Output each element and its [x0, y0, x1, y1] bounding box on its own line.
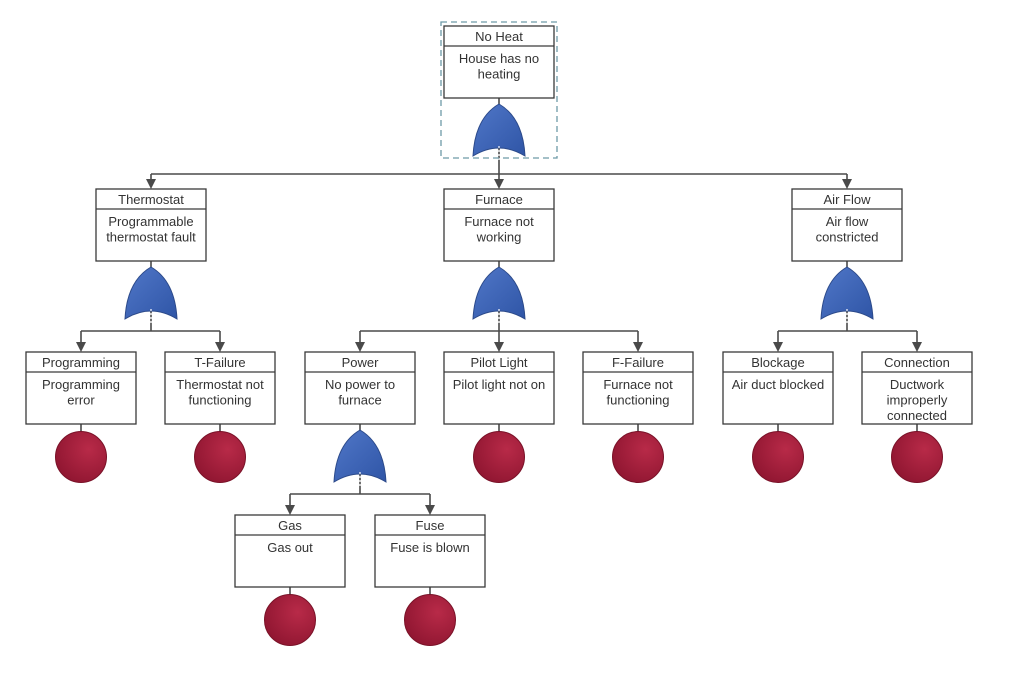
- basic-event-icon: [264, 594, 316, 646]
- arrow-down-icon: [633, 342, 643, 352]
- basic-event-icon: [55, 431, 107, 483]
- node-description: furnace: [338, 393, 381, 408]
- node-description: No power to: [325, 377, 395, 392]
- node-description: thermostat fault: [106, 230, 196, 245]
- node-fuse[interactable]: Fuse Fuse is blown: [374, 514, 486, 646]
- node-description: Pilot light not on: [453, 377, 546, 392]
- node-gas[interactable]: Gas Gas out: [234, 514, 346, 646]
- arrow-down-icon: [425, 505, 435, 515]
- node-description: Fuse is blown: [390, 540, 469, 555]
- node-description: Furnace not: [464, 214, 534, 229]
- node-description: improperly: [887, 393, 948, 408]
- node-description: functioning: [189, 393, 252, 408]
- node-description: connected: [887, 408, 947, 423]
- or-gate-icon: [820, 266, 874, 320]
- node-title: No Heat: [475, 29, 523, 44]
- basic-event-icon: [891, 431, 943, 483]
- basic-event-icon: [404, 594, 456, 646]
- or-gate-icon: [472, 103, 526, 157]
- fault-tree-diagram: No Heat House has noheating Thermostat Prog…: [25, 21, 973, 646]
- arrow-down-icon: [842, 179, 852, 189]
- node-description: working: [476, 230, 522, 245]
- node-description: Programmable: [108, 214, 193, 229]
- arrow-down-icon: [215, 342, 225, 352]
- node-title: Air Flow: [824, 192, 872, 207]
- node-description: error: [67, 393, 95, 408]
- node-title: T-Failure: [194, 355, 245, 370]
- basic-event-icon: [194, 431, 246, 483]
- node-blockage[interactable]: Blockage Air duct blocked: [722, 351, 834, 483]
- node-title: Fuse: [416, 518, 445, 533]
- node-description: constricted: [816, 230, 879, 245]
- node-thermostat[interactable]: Thermostat Programmablethermostat fault: [95, 188, 207, 324]
- node-description: Air duct blocked: [732, 377, 825, 392]
- basic-event-icon: [752, 431, 804, 483]
- node-pilot-light[interactable]: Pilot Light Pilot light not on: [443, 351, 555, 483]
- node-description: Ductwork: [890, 377, 945, 392]
- node-air-flow[interactable]: Air Flow Air flowconstricted: [791, 188, 903, 324]
- node-title: Programming: [42, 355, 120, 370]
- node-description: functioning: [607, 393, 670, 408]
- node-connection[interactable]: Connection Ductworkimproperlyconnected: [861, 351, 973, 483]
- basic-event-icon: [612, 431, 664, 483]
- node-title: Power: [342, 355, 380, 370]
- node-description: Gas out: [267, 540, 313, 555]
- node-description: Thermostat not: [176, 377, 264, 392]
- connectors: [76, 98, 922, 595]
- arrow-down-icon: [494, 342, 504, 352]
- node-description: Furnace not: [603, 377, 673, 392]
- node-description: Air flow: [826, 214, 869, 229]
- node-furnace[interactable]: Furnace Furnace notworking: [443, 188, 555, 324]
- or-gate-icon: [472, 266, 526, 320]
- node-title: Connection: [884, 355, 950, 370]
- arrow-down-icon: [355, 342, 365, 352]
- or-gate-icon: [333, 429, 387, 483]
- node-title: F-Failure: [612, 355, 664, 370]
- node-no-heat[interactable]: No Heat House has noheating: [440, 21, 558, 161]
- node-title: Furnace: [475, 192, 523, 207]
- node-description: Programming: [42, 377, 120, 392]
- arrow-down-icon: [76, 342, 86, 352]
- arrow-down-icon: [773, 342, 783, 352]
- node-description: House has no: [459, 51, 539, 66]
- node-title: Pilot Light: [470, 355, 527, 370]
- node-programming[interactable]: ProgrammingProgrammingerror: [25, 351, 137, 483]
- node-f-failure[interactable]: F-Failure Furnace notfunctioning: [582, 351, 694, 483]
- arrow-down-icon: [285, 505, 295, 515]
- node-power[interactable]: Power No power tofurnace: [304, 351, 416, 487]
- basic-event-icon: [473, 431, 525, 483]
- node-t-failure[interactable]: T-Failure Thermostat notfunctioning: [164, 351, 276, 483]
- arrow-down-icon: [494, 179, 504, 189]
- node-description: heating: [478, 67, 521, 82]
- arrow-down-icon: [912, 342, 922, 352]
- node-title: Blockage: [751, 355, 804, 370]
- or-gate-icon: [124, 266, 178, 320]
- arrow-down-icon: [146, 179, 156, 189]
- node-title: Thermostat: [118, 192, 184, 207]
- node-title: Gas: [278, 518, 302, 533]
